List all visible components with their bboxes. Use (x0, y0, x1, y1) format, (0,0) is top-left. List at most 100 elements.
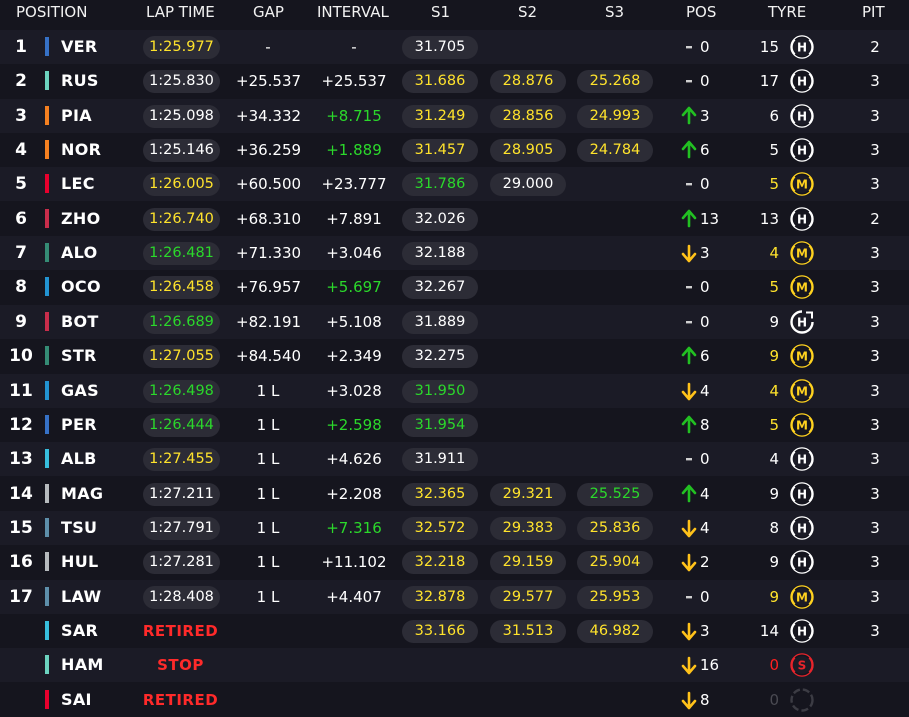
team-color-bar (45, 655, 49, 675)
header-s1[interactable]: S1 (431, 3, 450, 21)
driver-code: BOT (61, 311, 99, 331)
gap-value (236, 614, 300, 648)
header-pit[interactable]: PIT (862, 3, 885, 21)
tyre-laps: 6 (769, 106, 779, 125)
position-number: 17 (9, 586, 33, 607)
hard-tyre-icon: H (790, 447, 814, 471)
driver-row[interactable]: HAM STOP 16 0 S (0, 648, 909, 683)
sector-1-time: 32.275 (402, 345, 478, 369)
gap-value: 1 L (256, 484, 280, 503)
gap-value (236, 648, 300, 682)
driver-row[interactable]: 15 TSU 1:27.791 1 L +7.316 32.572 29.383 25.836… (0, 510, 909, 545)
driver-row[interactable]: 17 LAW 1:28.408 1 L +4.407 32.878 29.577 25.953… (0, 579, 909, 614)
sector-2-time: 31.513 (490, 619, 566, 643)
sector-1-time: 31.954 (402, 413, 478, 437)
sector-3-time: 25.904 (577, 551, 653, 575)
gap-value: 1 L (256, 553, 280, 572)
driver-row[interactable]: 8 OCO 1:26.458 +76.957 +5.697 32.267 0 5 M 3 (0, 270, 909, 305)
tyre-compound-letter: H (797, 624, 807, 638)
driver-code: SAI (61, 689, 92, 709)
position-number (8, 614, 34, 648)
pit-stops: 3 (870, 415, 880, 434)
interval-value: +3.046 (326, 244, 382, 263)
position-number: 7 (15, 243, 27, 264)
arrow-down-icon (681, 622, 697, 641)
interval-value: +2.349 (326, 347, 382, 366)
driver-row[interactable]: 1 VER 1:25.977 - - 31.705 0 15 H 2 (0, 30, 909, 64)
medium-tyre-icon: M (790, 344, 814, 368)
pit-stops: 3 (870, 450, 880, 469)
sector-1-time: 31.705 (402, 36, 478, 59)
driver-row[interactable]: 7 ALO 1:26.481 +71.330 +3.046 32.188 3 4 M 3 (0, 236, 909, 271)
sector-1-time: 31.889 (402, 310, 478, 334)
driver-code: TSU (61, 517, 98, 537)
driver-row[interactable]: 5 LEC 1:26.005 +60.500 +23.777 31.786 29.000 0 5… (0, 167, 909, 202)
driver-row[interactable]: 16 HUL 1:27.281 1 L +11.102 32.218 29.159 25.90… (0, 545, 909, 580)
tyre-laps: 13 (759, 209, 779, 228)
hard-tyre-icon: H (790, 103, 814, 128)
interval-value: +7.891 (326, 209, 382, 228)
driver-code: RUS (61, 71, 99, 91)
tyre-laps: 9 (769, 553, 779, 572)
pit-stops: 3 (870, 587, 880, 606)
hard-tyre-icon: H (790, 516, 814, 540)
position-number: 11 (9, 380, 33, 401)
interval-value: +5.697 (326, 278, 382, 297)
gap-value: +36.259 (236, 141, 302, 160)
pit-stops (860, 683, 890, 717)
tyre-compound-letter: M (796, 590, 808, 604)
tyre-compound-letter: M (796, 281, 808, 295)
tyre-compound-letter: H (797, 144, 807, 158)
header-interval[interactable]: INTERVAL (317, 3, 389, 21)
header-position[interactable]: POSITION (16, 3, 87, 21)
sector-2-time: 28.905 (490, 139, 566, 163)
header-lap-time[interactable]: LAP TIME (146, 3, 215, 21)
arrow-up-icon (681, 140, 697, 159)
driver-code: LEC (61, 174, 95, 194)
position-change: 2 (700, 553, 710, 572)
tyre-compound-letter: H (797, 75, 807, 89)
position-change: 3 (700, 106, 710, 125)
header-tyre[interactable]: TYRE (768, 3, 806, 21)
header-s3[interactable]: S3 (605, 3, 624, 21)
position-number: 5 (15, 174, 27, 195)
sector-2-time: 28.856 (490, 104, 566, 128)
medium-tyre-icon: M (790, 172, 814, 197)
interval-value: +11.102 (321, 553, 387, 572)
driver-row[interactable]: 14 MAG 1:27.211 1 L +2.208 32.365 29.321 25.525… (0, 476, 909, 511)
driver-row[interactable]: 12 PER 1:26.444 1 L +2.598 31.954 8 5 M 3 (0, 407, 909, 442)
position-change: 4 (700, 518, 710, 537)
interval-value: +2.208 (326, 484, 382, 503)
driver-row[interactable]: 13 ALB 1:27.455 1 L +4.626 31.911 0 4 H 3 (0, 442, 909, 477)
driver-row[interactable]: 11 GAS 1:26.498 1 L +3.028 31.950 4 4 M 3 (0, 373, 909, 408)
driver-row[interactable]: SAI RETIRED 8 0 (0, 682, 909, 717)
team-color-bar (45, 174, 49, 194)
driver-row[interactable]: 3 PIA 1:25.098 +34.332 +8.715 31.249 28.856 24.… (0, 98, 909, 133)
team-color-bar (45, 517, 49, 537)
sector-1-time: 32.572 (402, 516, 478, 540)
header-pos[interactable]: POS (686, 3, 716, 21)
team-color-bar (45, 346, 49, 366)
tyre-compound-letter: H (797, 109, 807, 123)
driver-row[interactable]: 6 ZHO 1:26.740 +68.310 +7.891 32.026 13 13 H 2 (0, 201, 909, 236)
interval-value: +7.316 (326, 518, 382, 537)
sector-2-time: 29.577 (490, 585, 566, 609)
driver-row[interactable]: 2 RUS 1:25.830 +25.537 +25.537 31.686 28.876 25… (0, 64, 909, 99)
driver-row[interactable]: 10 STR 1:27.055 +84.540 +2.349 32.275 6 9 M 3 (0, 339, 909, 374)
header-s2[interactable]: S2 (518, 3, 537, 21)
tyre-laps: 5 (769, 175, 779, 194)
interval-value: +8.715 (326, 106, 382, 125)
header-gap[interactable]: GAP (253, 3, 284, 21)
driver-row[interactable]: 4 NOR 1:25.146 +36.259 +1.889 31.457 28.905 24.… (0, 133, 909, 168)
team-color-bar (45, 620, 49, 640)
tyre-compound-letter: M (796, 384, 808, 398)
gap-value: - (265, 38, 271, 56)
hard-tyre-used-icon: H (790, 310, 814, 334)
arrow-up-icon (681, 346, 697, 365)
driver-code: OCO (61, 277, 101, 297)
driver-row[interactable]: SAR RETIRED 33.166 31.513 46.982 3 14 H 3 (0, 613, 909, 648)
driver-row[interactable]: 9 BOT 1:26.689 +82.191 +5.108 31.889 0 9 H 3 (0, 304, 909, 339)
team-color-bar (45, 449, 49, 469)
position-change: 0 (700, 278, 710, 297)
position-number: 1 (15, 37, 27, 57)
